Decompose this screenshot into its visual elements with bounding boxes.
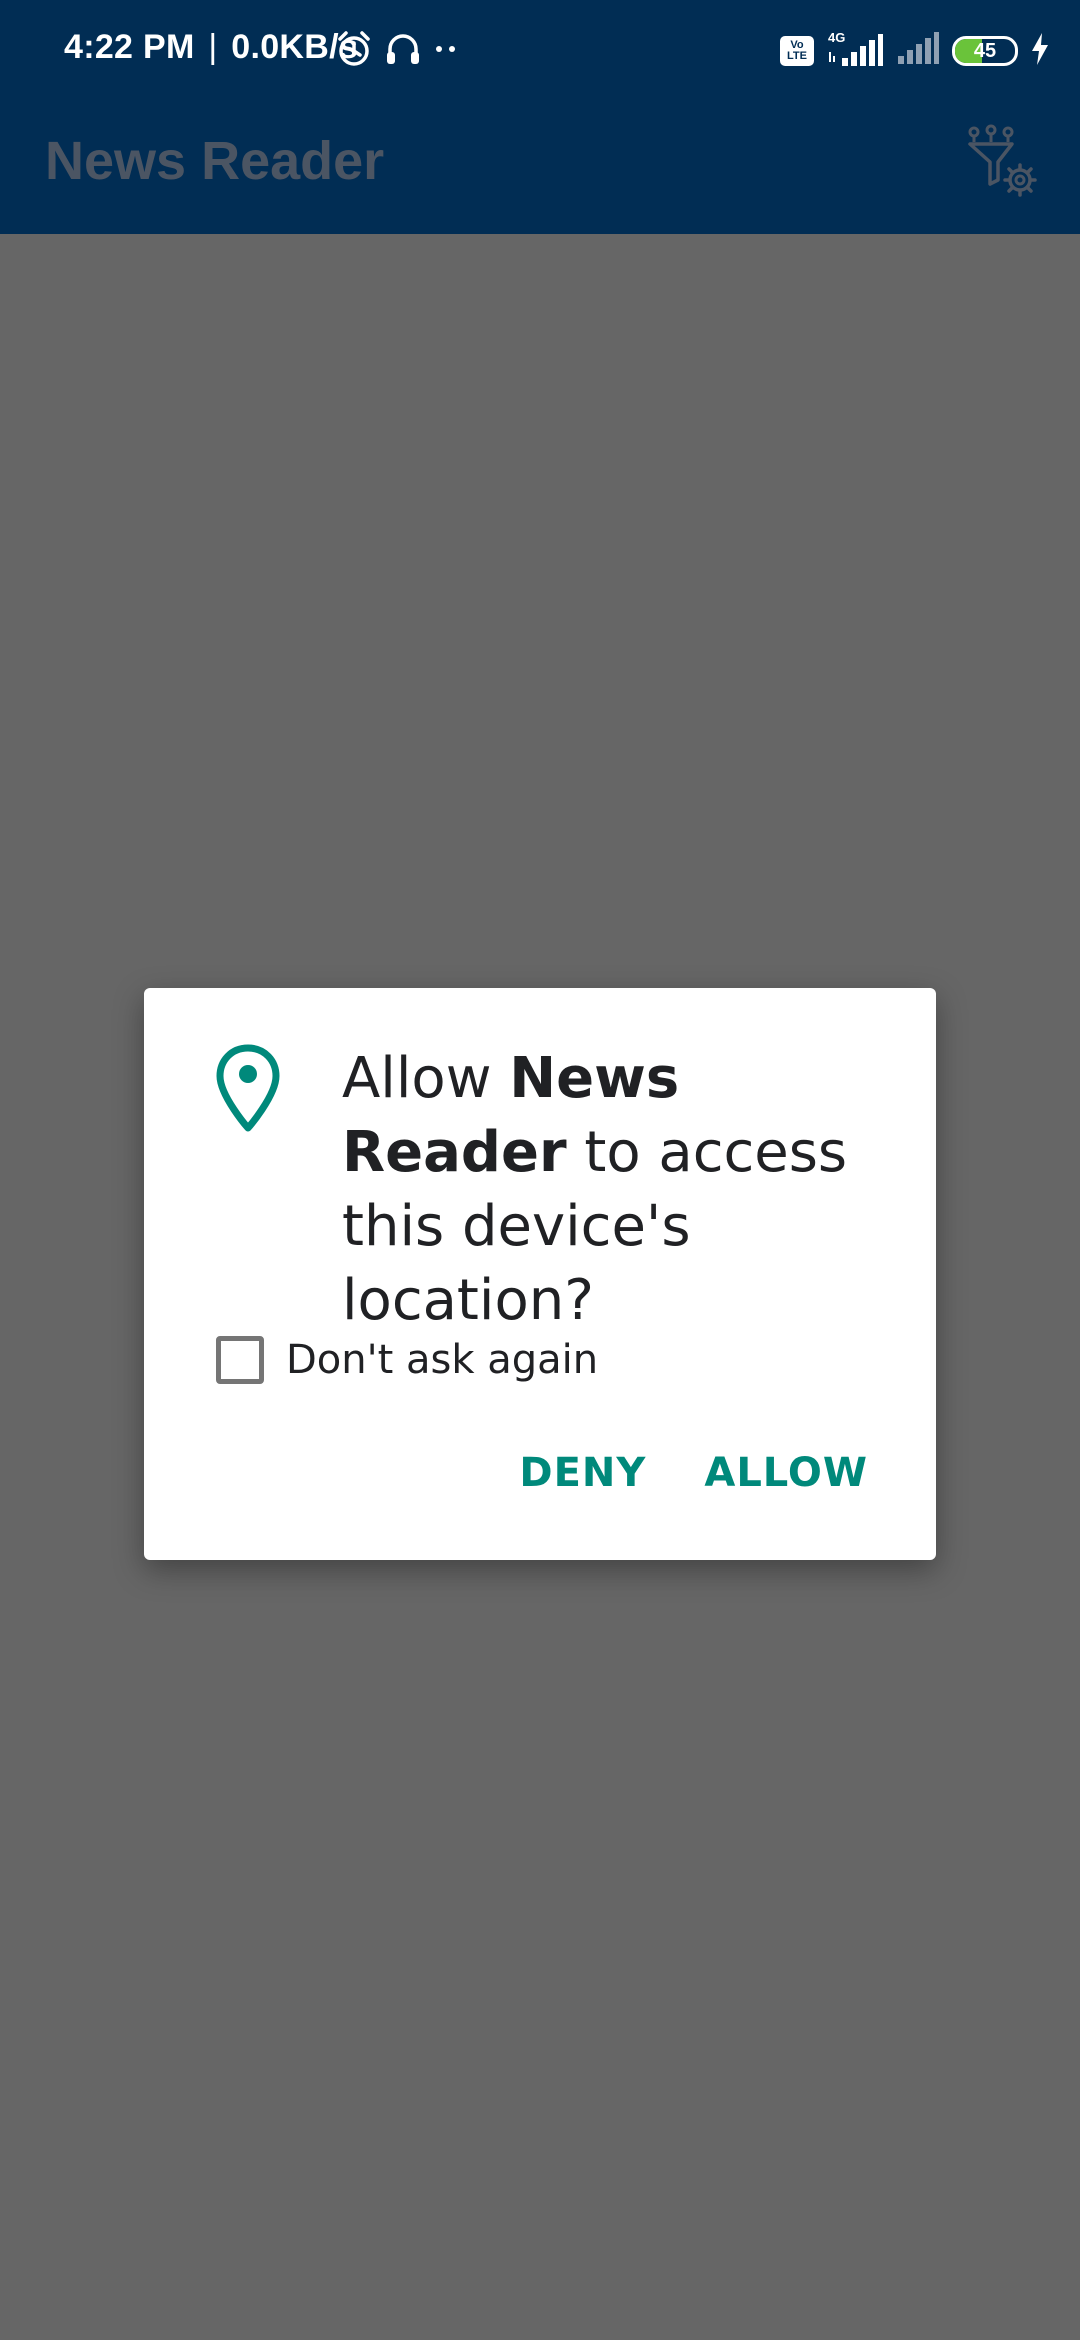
signal-4g-icon: 4G [826,30,884,70]
alarm-icon [336,30,372,73]
charging-bolt-icon [1030,32,1050,71]
status-bar: 4:22 PM | 0.0KB/s Vo LTE 4G 45 [0,0,1080,100]
allow-button[interactable]: ALLOW [696,1440,876,1506]
more-dots-icon [434,39,458,64]
dont-ask-again-row[interactable]: Don't ask again [216,1330,598,1390]
permission-message: Allow News Reader to access this device'… [342,1042,902,1338]
app-title: News Reader [45,131,385,191]
battery-level: 45 [973,40,997,62]
status-separator: | [208,28,218,66]
volte-icon: Vo LTE [780,36,814,66]
dont-ask-again-checkbox[interactable] [216,1336,264,1384]
message-prefix: Allow [342,1046,510,1111]
status-right-icons: Vo LTE 4G 45 [780,28,1050,74]
app-bar: News Reader [0,100,1080,234]
deny-button[interactable]: DENY [511,1440,654,1506]
clock: 4:22 PM [64,28,195,66]
headset-icon [384,30,422,73]
dialog-actions: DENY ALLOW [511,1440,876,1506]
battery-icon: 45 [952,36,1018,66]
filter-settings-icon[interactable] [960,122,1040,202]
location-pin-icon [216,1044,280,1134]
status-time: 4:22 PM | 0.0KB/s [64,28,358,67]
dont-ask-again-label: Don't ask again [286,1337,599,1383]
status-left-icons [336,28,458,74]
permission-dialog: Allow News Reader to access this device'… [144,988,936,1560]
signal-weak-icon [896,30,940,73]
